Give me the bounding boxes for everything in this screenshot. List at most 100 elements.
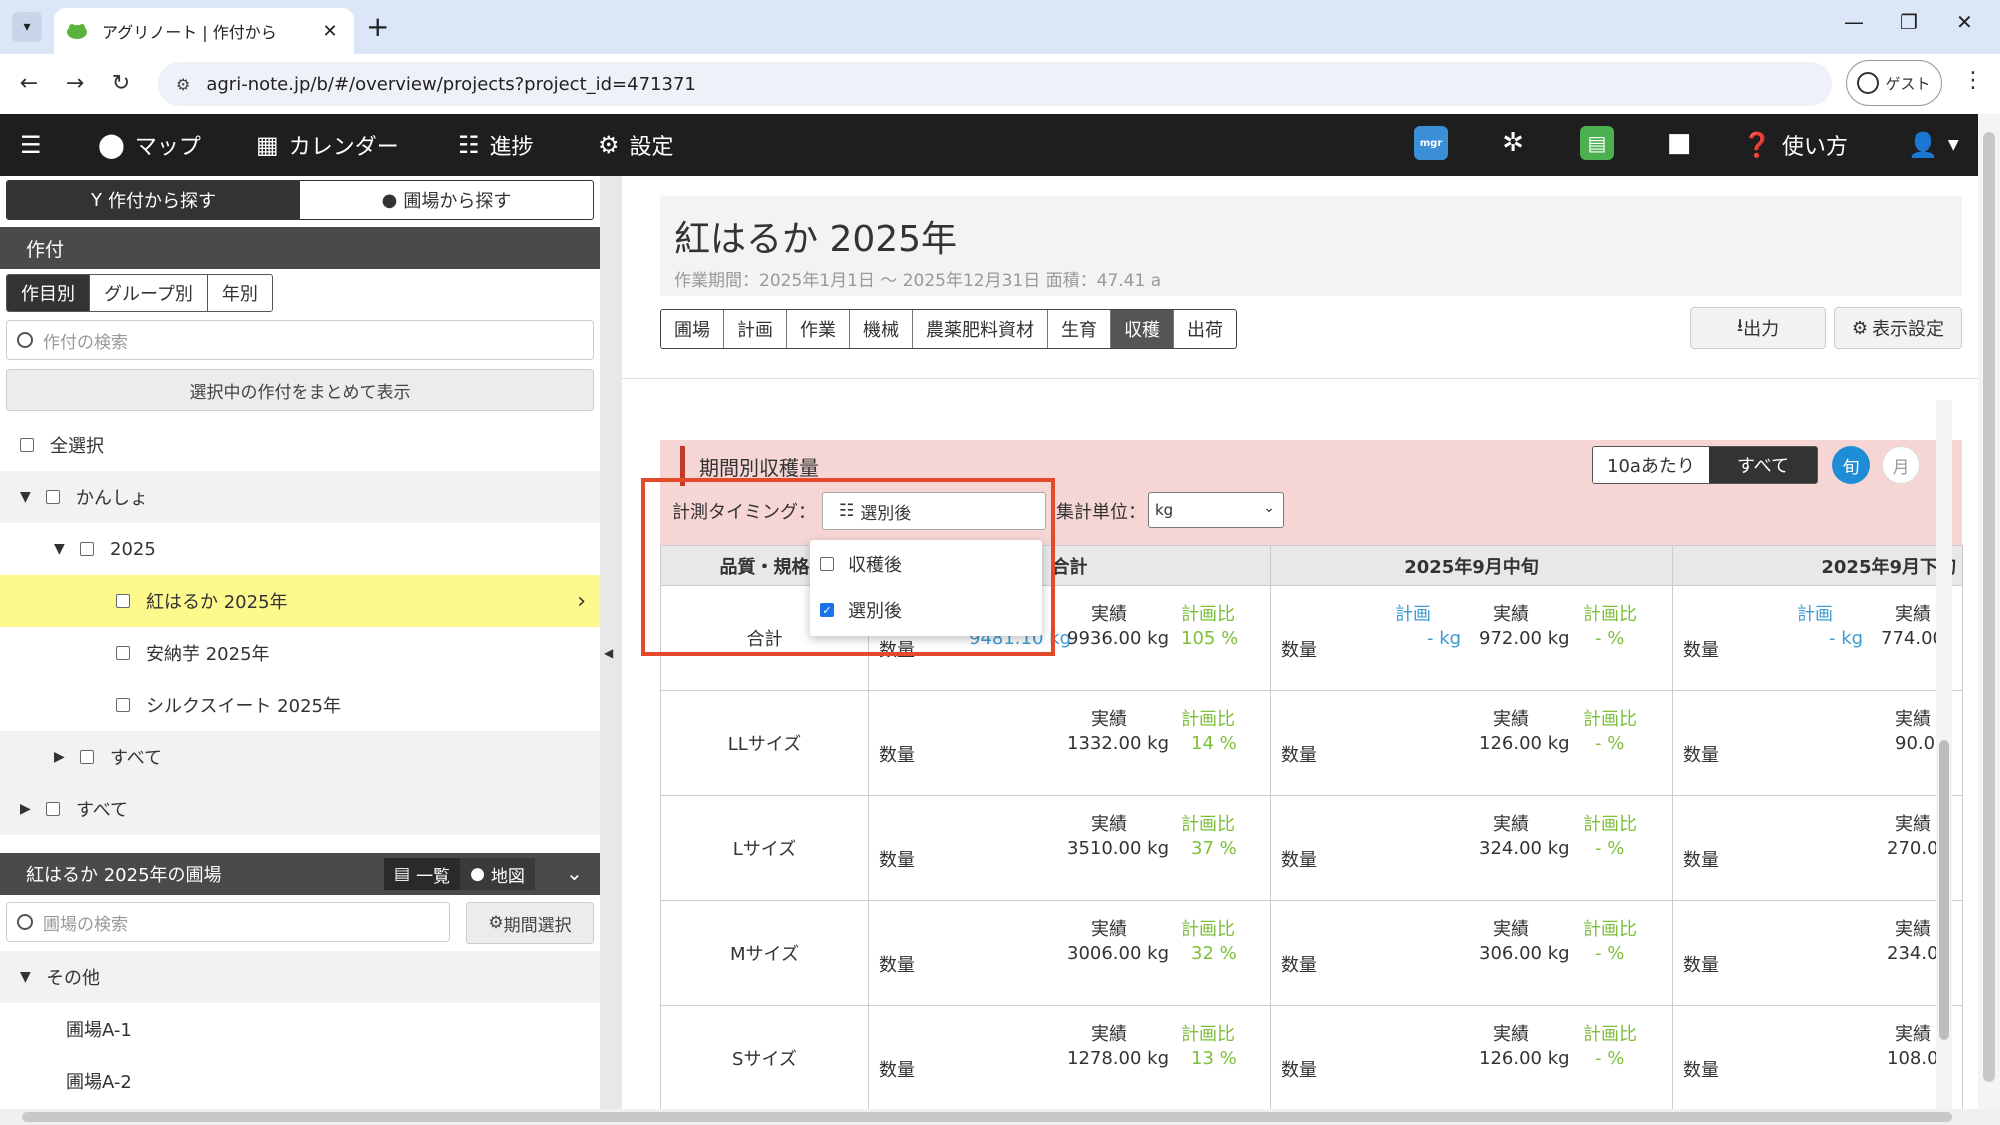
item-checkbox[interactable]	[116, 594, 130, 608]
option-checkbox-checked[interactable]: ✓	[820, 603, 834, 617]
agg-unit-select[interactable]: kg ⌄	[1148, 492, 1284, 528]
caret-right-icon[interactable]: ▶	[20, 801, 34, 817]
all-units-button[interactable]: すべて	[1708, 447, 1817, 483]
select-all-row[interactable]: 全選択	[0, 419, 600, 471]
show-selected-crops-label: 選択中の作付をまとめて表示	[189, 382, 411, 403]
select-all-checkbox[interactable]	[20, 438, 34, 452]
caret-down-icon[interactable]: ▼	[20, 969, 34, 985]
user-menu-icon[interactable]: 👤 ▼	[1908, 114, 1959, 176]
profile-button[interactable]: ゲスト	[1846, 60, 1942, 106]
field-item-a2[interactable]: 圃場A-2	[0, 1055, 600, 1107]
caret-down-icon[interactable]: ▼	[20, 489, 34, 505]
mgr-icon[interactable]: mgr	[1414, 126, 1448, 160]
tab-harvest[interactable]: 収穫	[1110, 310, 1173, 348]
per-10a-button[interactable]: 10aあたり	[1593, 447, 1709, 483]
all-outer-checkbox[interactable]	[46, 802, 60, 816]
tab-shipping[interactable]: 出荷	[1173, 310, 1236, 348]
ratio-header: 計画比	[1583, 814, 1637, 835]
tab-work[interactable]: 作業	[786, 310, 849, 348]
tree-item-silksweet[interactable]: シルクスイート 2025年	[0, 679, 600, 731]
search-by-crop-button[interactable]: Y 作付から探す	[7, 181, 300, 219]
timing-option-after-harvest[interactable]: 収穫後	[820, 544, 902, 584]
spreadsheet-icon[interactable]: ▤	[1580, 126, 1614, 160]
tab-plan[interactable]: 計画	[723, 310, 786, 348]
page-scrollbar[interactable]	[1978, 114, 2000, 1109]
year-checkbox[interactable]	[80, 542, 94, 556]
tab-by-year[interactable]: 年別	[206, 275, 272, 311]
tab-search-icon[interactable]: ▾	[12, 12, 42, 42]
field-item-a1[interactable]: 圃場A-1	[0, 1003, 600, 1055]
reload-icon[interactable]: ↻	[104, 66, 138, 100]
ratio-value: 13 %	[1191, 1048, 1237, 1069]
tree-all-outer-row[interactable]: ▶ すべて	[0, 783, 600, 835]
field-search-placeholder: 圃場の検索	[43, 914, 128, 935]
tree-year-row[interactable]: ▼ 2025	[0, 523, 600, 575]
close-window-icon[interactable]: ✕	[1956, 10, 1973, 34]
view-map-button[interactable]: ● 地図	[460, 858, 535, 890]
new-tab-icon[interactable]: +	[366, 10, 389, 43]
forward-icon[interactable]: →	[58, 66, 92, 100]
browser-tab[interactable]: アグリノート | 作付から ✕	[54, 8, 354, 54]
sidebar-toggle-icon[interactable]: ☰	[20, 114, 52, 176]
nav-progress[interactable]: ☷ 進捗	[458, 114, 534, 176]
ratio-header: 計画比	[1181, 604, 1235, 625]
period-month-button[interactable]: 月	[1882, 446, 1920, 484]
crop-search-input[interactable]: 作付の検索	[6, 320, 594, 360]
timing-select[interactable]: ☷ 選別後	[822, 492, 1046, 530]
tab-by-crop[interactable]: 作目別	[7, 275, 89, 311]
minimize-icon[interactable]: —	[1844, 10, 1864, 34]
browser-menu-icon[interactable]: ⋮	[1962, 68, 1984, 93]
caret-right-icon[interactable]: ▶	[54, 749, 68, 765]
tab-materials[interactable]: 農薬肥料資材	[912, 310, 1047, 348]
period-select-button[interactable]: ⚙ 期間選択	[466, 902, 594, 944]
tab-by-group[interactable]: グループ別	[89, 275, 207, 311]
tab-machine[interactable]: 機械	[849, 310, 912, 348]
field-item-label: 圃場A-1	[66, 1020, 132, 1041]
collapse-left-icon[interactable]: ◀	[604, 646, 613, 660]
field-search-input[interactable]: 圃場の検索	[6, 902, 450, 942]
tree-crop-row[interactable]: ▼ かんしょ	[0, 471, 600, 523]
tree-all-inner-row[interactable]: ▶ すべて	[0, 731, 600, 783]
nav-help[interactable]: ❓ 使い方	[1742, 114, 1848, 176]
table-scrollbar-thumb[interactable]	[1939, 740, 1949, 1040]
tree-item-benihaluka[interactable]: 紅はるか 2025年 ›	[0, 575, 600, 627]
close-tab-icon[interactable]: ✕	[318, 21, 342, 42]
qty-label: 数量	[879, 955, 915, 976]
caret-down-icon[interactable]: ▼	[54, 541, 68, 557]
tree-item-annou[interactable]: 安納芋 2025年	[0, 627, 600, 679]
option-checkbox[interactable]	[820, 557, 834, 571]
item-checkbox[interactable]	[116, 698, 130, 712]
maximize-icon[interactable]: ❐	[1900, 10, 1918, 34]
view-list-button[interactable]: ▤ 一覧	[384, 858, 461, 890]
tab-field[interactable]: 圃場	[661, 310, 723, 348]
chat-icon[interactable]: ■	[1662, 126, 1696, 160]
back-icon[interactable]: ←	[12, 66, 46, 100]
actual-header: 実績	[1493, 814, 1529, 835]
crop-checkbox[interactable]	[46, 490, 60, 504]
all-inner-checkbox[interactable]	[80, 750, 94, 764]
tab-growth[interactable]: 生育	[1047, 310, 1110, 348]
total-cell: 数量 実績 計画比 3006.00 kg 32 %	[868, 900, 1271, 1006]
timing-option-after-sorting[interactable]: ✓ 選別後	[820, 590, 902, 630]
site-settings-icon[interactable]: ⚙	[176, 75, 190, 94]
horizontal-scrollbar[interactable]	[0, 1109, 2000, 1125]
address-bar[interactable]: ⚙ agri-note.jp/b/#/overview/projects?pro…	[158, 62, 1832, 106]
nav-calendar[interactable]: ▦ カレンダー	[256, 114, 399, 176]
export-button[interactable]: ⭳ 出力	[1690, 307, 1826, 349]
qty-label: 数量	[1683, 640, 1719, 661]
search-by-field-button[interactable]: ● 圃場から探す	[300, 181, 593, 219]
item-checkbox[interactable]	[116, 646, 130, 660]
field-group-row[interactable]: ▼ その他	[0, 951, 600, 1003]
chevron-down-icon[interactable]: ⌄	[566, 861, 583, 885]
display-settings-button[interactable]: ⚙ 表示設定	[1834, 307, 1962, 349]
table-scrollbar[interactable]	[1936, 400, 1952, 1109]
show-selected-crops-button[interactable]: 選択中の作付をまとめて表示	[6, 369, 594, 411]
nav-map[interactable]: ⬤ マップ	[98, 114, 201, 176]
panel-splitter[interactable]: ◀	[600, 176, 622, 1109]
asterisk-icon[interactable]: ✲	[1496, 126, 1530, 160]
period-jun-button[interactable]: 旬	[1832, 446, 1870, 484]
nav-settings[interactable]: ⚙ 設定	[598, 114, 674, 176]
horizontal-scrollbar-thumb[interactable]	[22, 1112, 1952, 1122]
page-scrollbar-thumb[interactable]	[1983, 132, 1995, 1082]
display-settings-label: 表示設定	[1872, 319, 1945, 340]
